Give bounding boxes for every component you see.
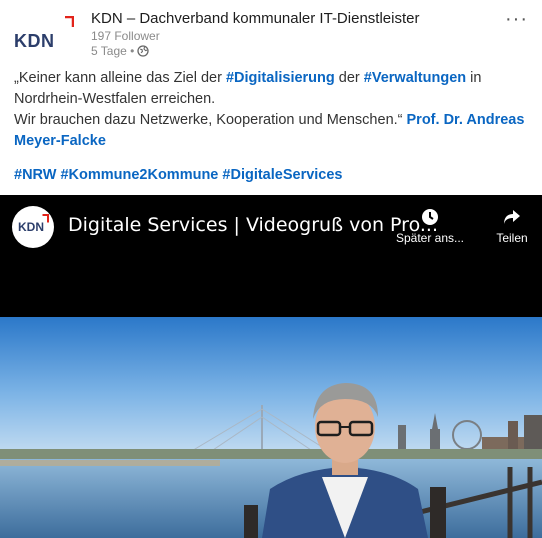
share-label: Teilen bbox=[496, 231, 528, 245]
share-arrow-icon bbox=[504, 210, 520, 224]
more-options-icon: ··· bbox=[505, 8, 528, 30]
post-paragraph-2: Wir brauchen dazu Netzwerke, Kooperation… bbox=[14, 110, 534, 152]
post bbox=[430, 487, 446, 538]
sky bbox=[0, 317, 542, 457]
author-name[interactable]: KDN – Dachverband kommunaler IT-Dienstle… bbox=[91, 10, 419, 27]
logo-mark-icon bbox=[65, 16, 74, 27]
post-text: „Keiner kann alleine das Ziel der #Digit… bbox=[14, 68, 534, 152]
text-segment: der bbox=[334, 70, 364, 86]
watch-later-label: Später ans... bbox=[395, 231, 465, 245]
video-thumbnail bbox=[0, 317, 542, 538]
post-time: 5 Tage • bbox=[91, 44, 135, 58]
far-shore bbox=[0, 449, 542, 459]
globe-icon bbox=[137, 45, 150, 57]
video-embed[interactable]: KDN Digitale Services | Videogruß von Pr… bbox=[0, 195, 542, 538]
clock-icon bbox=[422, 209, 438, 225]
post-paragraph-1: „Keiner kann alleine das Ziel der #Digit… bbox=[14, 68, 534, 110]
channel-avatar[interactable]: KDN bbox=[12, 206, 54, 248]
hashtag-digitalisierung[interactable]: #Digitalisierung bbox=[226, 70, 335, 86]
more-options-button[interactable]: ··· bbox=[505, 8, 528, 31]
channel-logo-text: KDN bbox=[18, 220, 44, 234]
hashtag-verwaltungen[interactable]: #Verwaltungen bbox=[364, 70, 466, 86]
company-logo[interactable]: KDN bbox=[14, 14, 76, 54]
video-title[interactable]: Digitale Services | Videogruß von Pro... bbox=[68, 214, 438, 236]
follower-count: 197 Follower bbox=[91, 29, 160, 43]
text-segment: Wir brauchen dazu Netzwerke, Kooperation… bbox=[14, 112, 407, 128]
watch-later-button[interactable]: Später ans... bbox=[388, 207, 472, 245]
share-button[interactable]: Teilen bbox=[486, 207, 538, 245]
text-segment: „Keiner kann alleine das Ziel der bbox=[14, 70, 226, 86]
linkedin-post: KDN KDN – Dachverband kommunaler IT-Dien… bbox=[0, 0, 542, 538]
hashtag-list[interactable]: #NRW #Kommune2Kommune #DigitaleServices bbox=[14, 167, 343, 183]
logo-text: KDN bbox=[14, 31, 55, 51]
video-header: KDN Digitale Services | Videogruß von Pr… bbox=[0, 195, 542, 317]
bollard bbox=[244, 505, 258, 538]
post-meta: 5 Tage • bbox=[91, 44, 150, 58]
sandbank bbox=[0, 460, 220, 466]
